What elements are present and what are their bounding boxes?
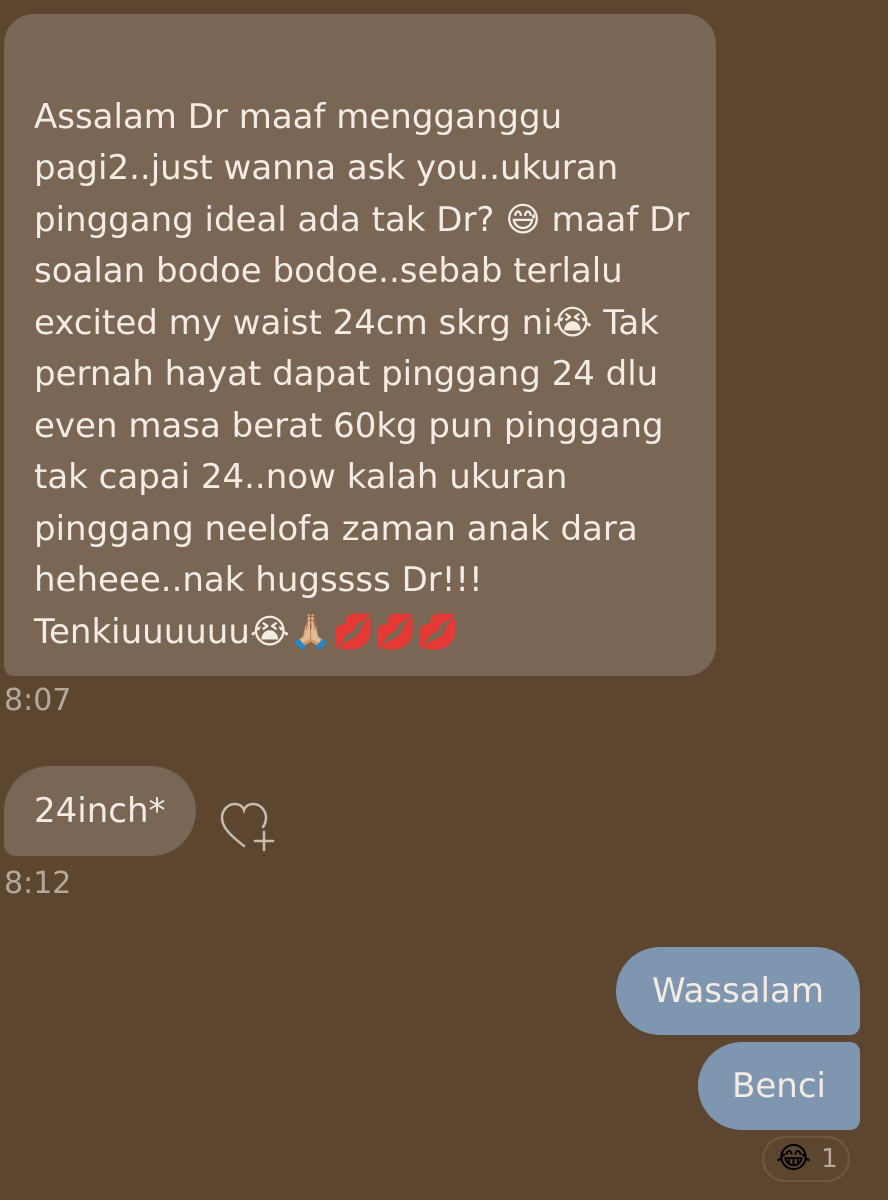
add-reaction-button[interactable] — [220, 800, 276, 856]
message-text: Assalam Dr maaf mengganggu pagi2..just w… — [34, 96, 690, 652]
message-text: 24inch* — [34, 791, 166, 831]
reaction-badge[interactable]: 😂 1 — [762, 1136, 850, 1182]
laughing-emoji-icon: 😂 — [776, 1141, 812, 1176]
message-bubble-received[interactable]: Assalam Dr maaf mengganggu pagi2..just w… — [4, 14, 716, 676]
chat-thread: Assalam Dr maaf mengganggu pagi2..just w… — [0, 0, 888, 1200]
message-timestamp: 8:12 — [4, 866, 72, 901]
heart-plus-icon — [220, 802, 275, 852]
message-bubble-received[interactable]: 24inch* — [4, 766, 196, 856]
message-text: Benci — [732, 1066, 826, 1106]
message-text: Wassalam — [652, 971, 824, 1011]
message-bubble-sent[interactable]: Wassalam — [616, 947, 860, 1035]
reaction-count: 1 — [821, 1144, 838, 1174]
message-bubble-sent[interactable]: Benci — [698, 1042, 860, 1130]
message-timestamp: 8:07 — [4, 683, 72, 718]
